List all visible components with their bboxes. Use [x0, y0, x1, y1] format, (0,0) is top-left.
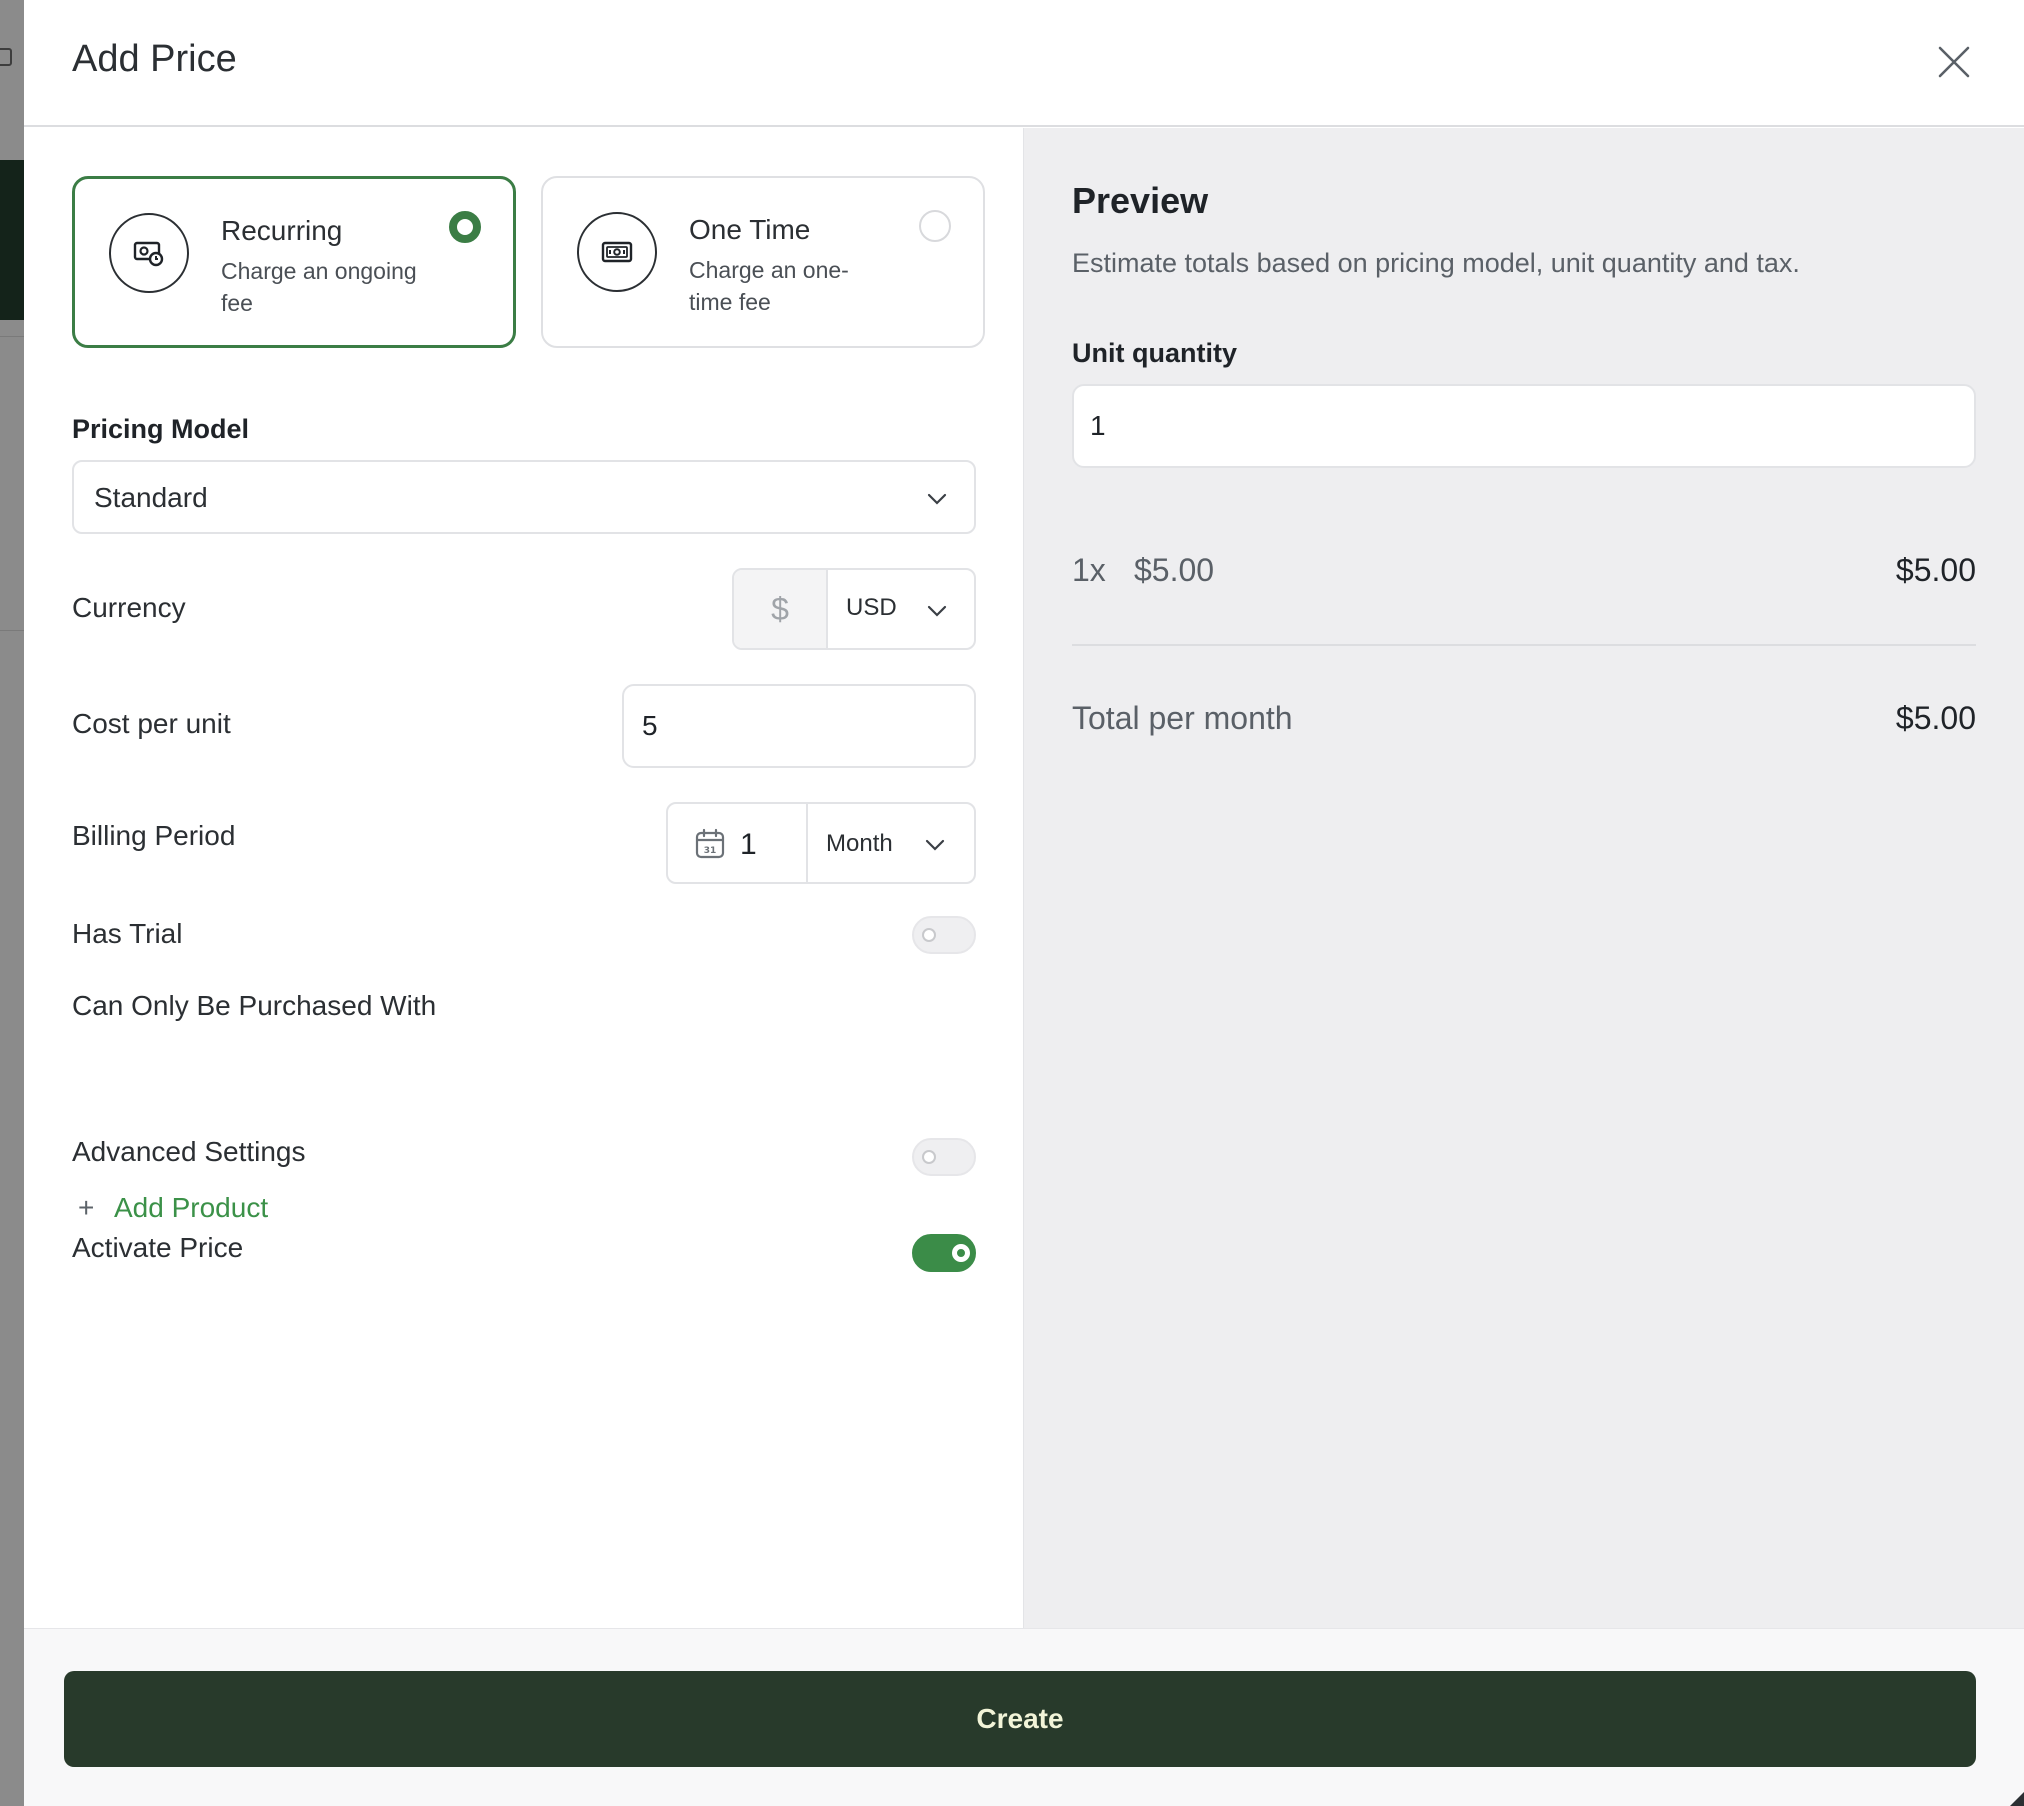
toggle-knob [922, 1150, 936, 1164]
plus-icon: + [78, 1192, 95, 1223]
preview-divider [1072, 644, 1976, 646]
recurring-cash-icon [109, 213, 189, 293]
advanced-settings-toggle[interactable] [912, 1138, 976, 1176]
pricing-model-value: Standard [94, 482, 208, 513]
add-product-label: Add Product [114, 1192, 269, 1223]
one-time-option-subtitle: Charge an one-time fee [689, 257, 849, 315]
billing-period-divider [806, 804, 808, 882]
purchased-with-label: Can Only Be Purchased With [72, 990, 437, 1021]
drawer-header: Add Price [24, 0, 2024, 127]
recurring-option-subtitle: Charge an ongoing fee [221, 258, 417, 316]
add-product-link[interactable]: + Add Product [78, 1192, 268, 1224]
unit-quantity-label: Unit quantity [1072, 338, 1237, 368]
activate-price-toggle[interactable] [912, 1234, 976, 1272]
line-total: $5.00 [1895, 552, 1976, 588]
one-time-option-card[interactable]: One Time Charge an one-time fee [541, 176, 985, 348]
background-divider [0, 630, 24, 631]
banknote-icon [577, 212, 657, 292]
close-icon[interactable] [1936, 44, 1972, 80]
billing-period-label: Billing Period [72, 820, 236, 851]
cost-per-unit-label: Cost per unit [72, 708, 231, 739]
advanced-settings-label: Advanced Settings [72, 1136, 306, 1167]
pricing-model-label: Pricing Model [72, 414, 250, 444]
create-button[interactable]: Create [64, 1671, 1976, 1767]
pricing-model-select[interactable]: Standard [72, 460, 976, 534]
chevron-down-icon [927, 493, 947, 505]
recurring-option-title: Recurring [221, 215, 343, 246]
add-price-drawer: Add Price Recurring Charge an ongoing fe… [24, 0, 2024, 1806]
currency-symbol: $ [734, 570, 828, 648]
line-unit-price: $5.00 [1134, 552, 1215, 588]
line-quantity: 1x [1072, 552, 1106, 588]
cost-per-unit-value: 5 [642, 710, 658, 741]
preview-description: Estimate totals based on pricing model, … [1072, 248, 1800, 278]
toggle-knob [922, 928, 936, 942]
activate-price-label: Activate Price [72, 1232, 244, 1263]
background-page [0, 0, 24, 1806]
chevron-down-icon [925, 839, 945, 851]
drawer-footer: Create [24, 1628, 2024, 1806]
billing-period-count[interactable]: 1 [740, 828, 757, 862]
total-value: $5.00 [1895, 700, 1976, 736]
cost-per-unit-input[interactable]: 5 [622, 684, 976, 768]
unit-quantity-value: 1 [1090, 410, 1106, 441]
has-trial-toggle[interactable] [912, 916, 976, 954]
unit-quantity-input[interactable]: 1 [1072, 384, 1976, 468]
one-time-radio[interactable] [919, 210, 951, 242]
currency-select[interactable]: $ USD [732, 568, 976, 650]
billing-period-field[interactable]: 31 1 Month [666, 802, 976, 884]
recurring-option-card[interactable]: Recurring Charge an ongoing fee [72, 176, 516, 348]
drawer-title: Add Price [72, 38, 237, 80]
one-time-option-title: One Time [689, 214, 811, 245]
preview-panel: Preview Estimate totals based on pricing… [1023, 128, 2024, 1628]
background-icon [0, 48, 12, 66]
has-trial-label: Has Trial [72, 918, 183, 949]
recurring-radio[interactable] [449, 211, 481, 243]
calendar-icon: 31 [695, 828, 725, 859]
form-panel: Recurring Charge an ongoing fee One Time… [24, 128, 1023, 1628]
currency-label: Currency [72, 592, 186, 623]
background-divider [0, 336, 24, 337]
billing-period-unit[interactable]: Month [826, 830, 893, 858]
chevron-down-icon [927, 605, 947, 617]
background-sidebar-block [0, 160, 24, 320]
svg-text:31: 31 [704, 846, 717, 856]
toggle-knob [952, 1244, 970, 1262]
currency-code: USD [846, 594, 897, 621]
preview-title: Preview [1072, 180, 1209, 221]
total-label: Total per month [1072, 700, 1293, 736]
